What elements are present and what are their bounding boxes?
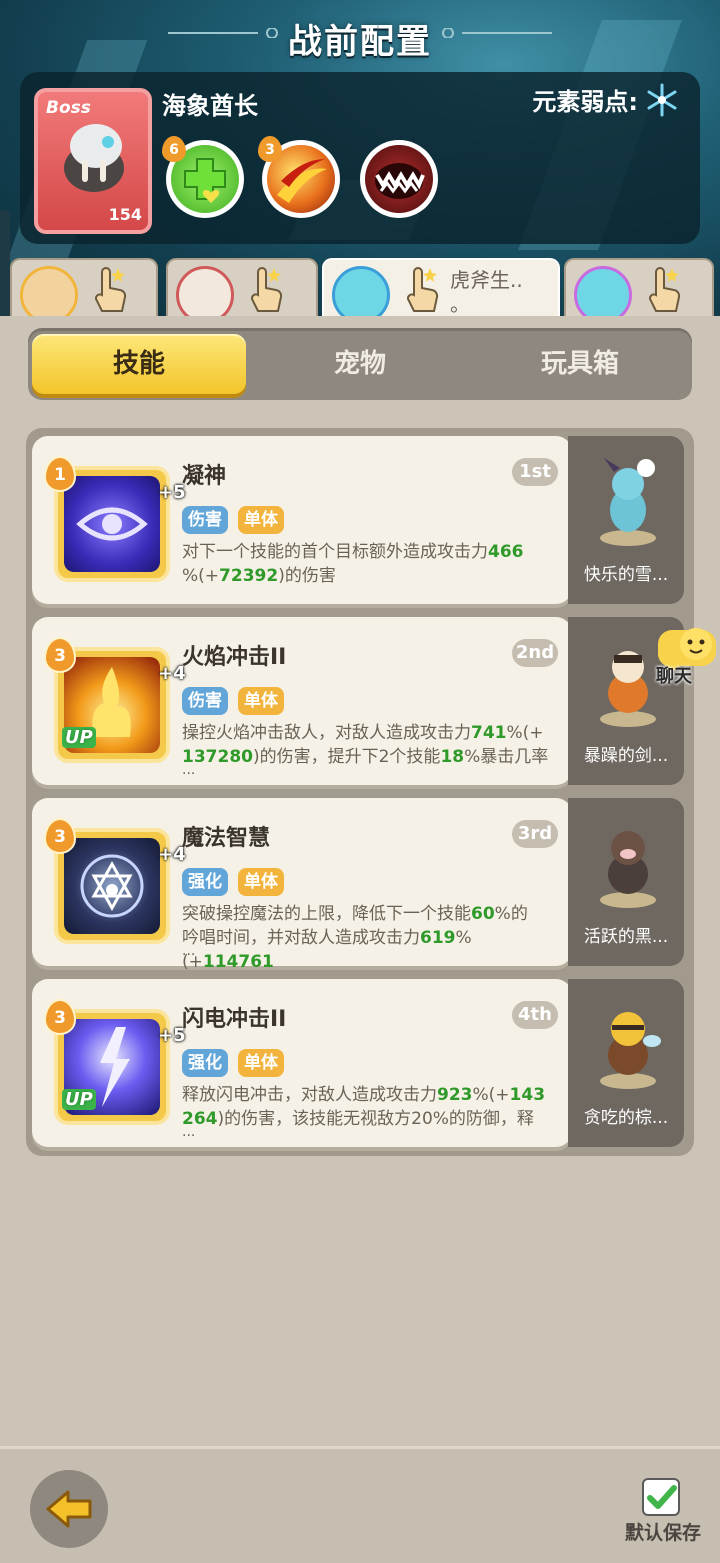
skill-tag-type: 强化 — [182, 868, 228, 896]
boar-pet-icon — [600, 831, 656, 908]
save-label: 默认保存 — [624, 1522, 701, 1544]
skill-tag-type: 伤害 — [182, 687, 228, 715]
skill-count-badge: 6 — [162, 136, 186, 162]
skill-description: 突破操控魔法的上限，降低下一个技能60%的 吟唱时间，并对敌人造成攻击力619%… — [182, 904, 528, 972]
skill-tag-target: 单体 — [238, 1049, 284, 1077]
back-button[interactable] — [30, 1470, 108, 1548]
back-arrow-icon — [46, 1490, 92, 1528]
skill-description: 释放闪电冲击，对敌人造成攻击力923%(+143 264)的伤害，该技能无视敌方… — [182, 1085, 546, 1129]
snow-pet-icon — [600, 458, 656, 546]
config-tabs: 技能 宠物 玩具箱 — [28, 328, 692, 400]
skill-rank: 2nd — [512, 639, 558, 667]
skill-count-badge: 3 — [258, 136, 282, 162]
pet-name: 活跃的黑... — [583, 927, 669, 947]
weakness-label: 元素弱点: — [532, 88, 638, 116]
skill-level-badge: 3 — [46, 820, 74, 852]
skill-tag-type: 强化 — [182, 1049, 228, 1077]
finger-tap-icon — [406, 267, 439, 312]
hero-tab-4[interactable] — [564, 258, 714, 324]
description-ellipsis: ... — [182, 943, 196, 959]
skill-name: 闪电冲击II — [182, 1007, 287, 1032]
boss-name: 海象酋长 — [162, 92, 258, 120]
pet-name: 快乐的雪... — [583, 565, 669, 585]
monster-mouth-icon — [375, 163, 425, 199]
boss-level: 154 — [108, 205, 142, 224]
magic-star-icon — [80, 854, 144, 918]
skill-name: 魔法智慧 — [182, 826, 271, 851]
pet-slot-1[interactable]: 快乐的雪... — [568, 436, 684, 604]
finger-tap-icon — [648, 267, 681, 312]
hero-tab-1[interactable] — [10, 258, 158, 324]
description-ellipsis: ... — [182, 762, 196, 778]
finger-tap-icon — [250, 267, 283, 312]
boss-info-panel: Boss 154 海象酋长 元素弱点: 6 3 — [20, 72, 700, 244]
pet-slot-3[interactable]: 活跃的黑... — [568, 798, 684, 966]
boss-skill-fire[interactable]: 3 — [258, 136, 340, 218]
hero-tab-name: 虎斧生..。 — [450, 268, 523, 316]
skill-level-badge: 3 — [46, 639, 74, 671]
finger-tap-icon — [94, 267, 127, 312]
hero-tab-3[interactable]: 虎斧生..。 — [322, 258, 560, 324]
focus-eye-icon — [76, 507, 148, 541]
skill-tag-target: 单体 — [238, 868, 284, 896]
upgrade-badge: UP — [62, 1089, 96, 1110]
skill-card-4[interactable]: 3 +5 UP 闪电冲击II 4th 强化 单体 释放闪电冲击，对敌人造成攻击力… — [32, 979, 572, 1147]
save-checkbox[interactable] — [642, 1478, 680, 1516]
skill-card-1[interactable]: 1 +5 凝神 1st 伤害 单体 对下一个技能的首个目标额外造成攻击力466 … — [32, 436, 572, 604]
skill-description: 操控火焰冲击敌人，对敌人造成攻击力741%(+ 137280)的伤害，提升下2个… — [182, 723, 549, 767]
pet-name: 贪吃的棕... — [583, 1108, 669, 1128]
upgrade-badge: UP — [62, 727, 96, 748]
boss-skill-heal[interactable]: 6 — [162, 136, 244, 218]
page-title: 战前配置 — [288, 22, 432, 62]
skill-level-badge: 1 — [46, 458, 74, 490]
chat-label[interactable]: 聊天 — [656, 662, 692, 688]
skill-rank: 1st — [512, 458, 558, 486]
skill-name: 火焰冲击II — [182, 645, 287, 670]
skill-tag-target: 单体 — [238, 687, 284, 715]
hero-tab-2[interactable] — [166, 258, 318, 324]
pet-slot-4[interactable]: 贪吃的棕... — [568, 979, 684, 1147]
skill-card-2[interactable]: 3 +4 UP 火焰冲击II 2nd 伤害 单体 操控火焰冲击敌人，对敌人造成攻… — [32, 617, 572, 785]
tab-skills[interactable]: 技能 — [32, 334, 246, 394]
skill-level-badge: 3 — [46, 1001, 74, 1033]
pet-name: 暴躁的剑... — [583, 746, 669, 766]
skill-rank: 3rd — [512, 820, 558, 848]
description-ellipsis: ... — [182, 1124, 196, 1140]
snowflake-icon[interactable] — [644, 82, 680, 118]
checkmark-icon — [647, 1485, 677, 1509]
tab-pets[interactable]: 宠物 — [250, 334, 470, 394]
bottom-bar — [0, 1446, 720, 1563]
skill-tag-target: 单体 — [238, 506, 284, 534]
skill-description: 对下一个技能的首个目标额外造成攻击力466 %(+72392)的伤害 — [182, 542, 524, 586]
skill-card-3[interactable]: 3 +4 魔法智慧 3rd 强化 单体 突破操控魔法的上限，降低下一个技能60%… — [32, 798, 572, 972]
bee-bear-pet-icon — [600, 1012, 661, 1089]
skill-rank: 4th — [512, 1001, 558, 1029]
skill-tag-type: 伤害 — [182, 506, 228, 534]
tab-toybox[interactable]: 玩具箱 — [470, 334, 690, 394]
boss-tag: Boss — [46, 98, 91, 118]
boss-portrait[interactable]: Boss 154 — [34, 88, 152, 234]
default-save-button[interactable]: 默认保存 — [618, 1474, 708, 1554]
skill-name: 凝神 — [182, 464, 227, 489]
boss-skill-bite[interactable] — [360, 140, 438, 218]
walrus-chief-icon — [64, 124, 124, 192]
